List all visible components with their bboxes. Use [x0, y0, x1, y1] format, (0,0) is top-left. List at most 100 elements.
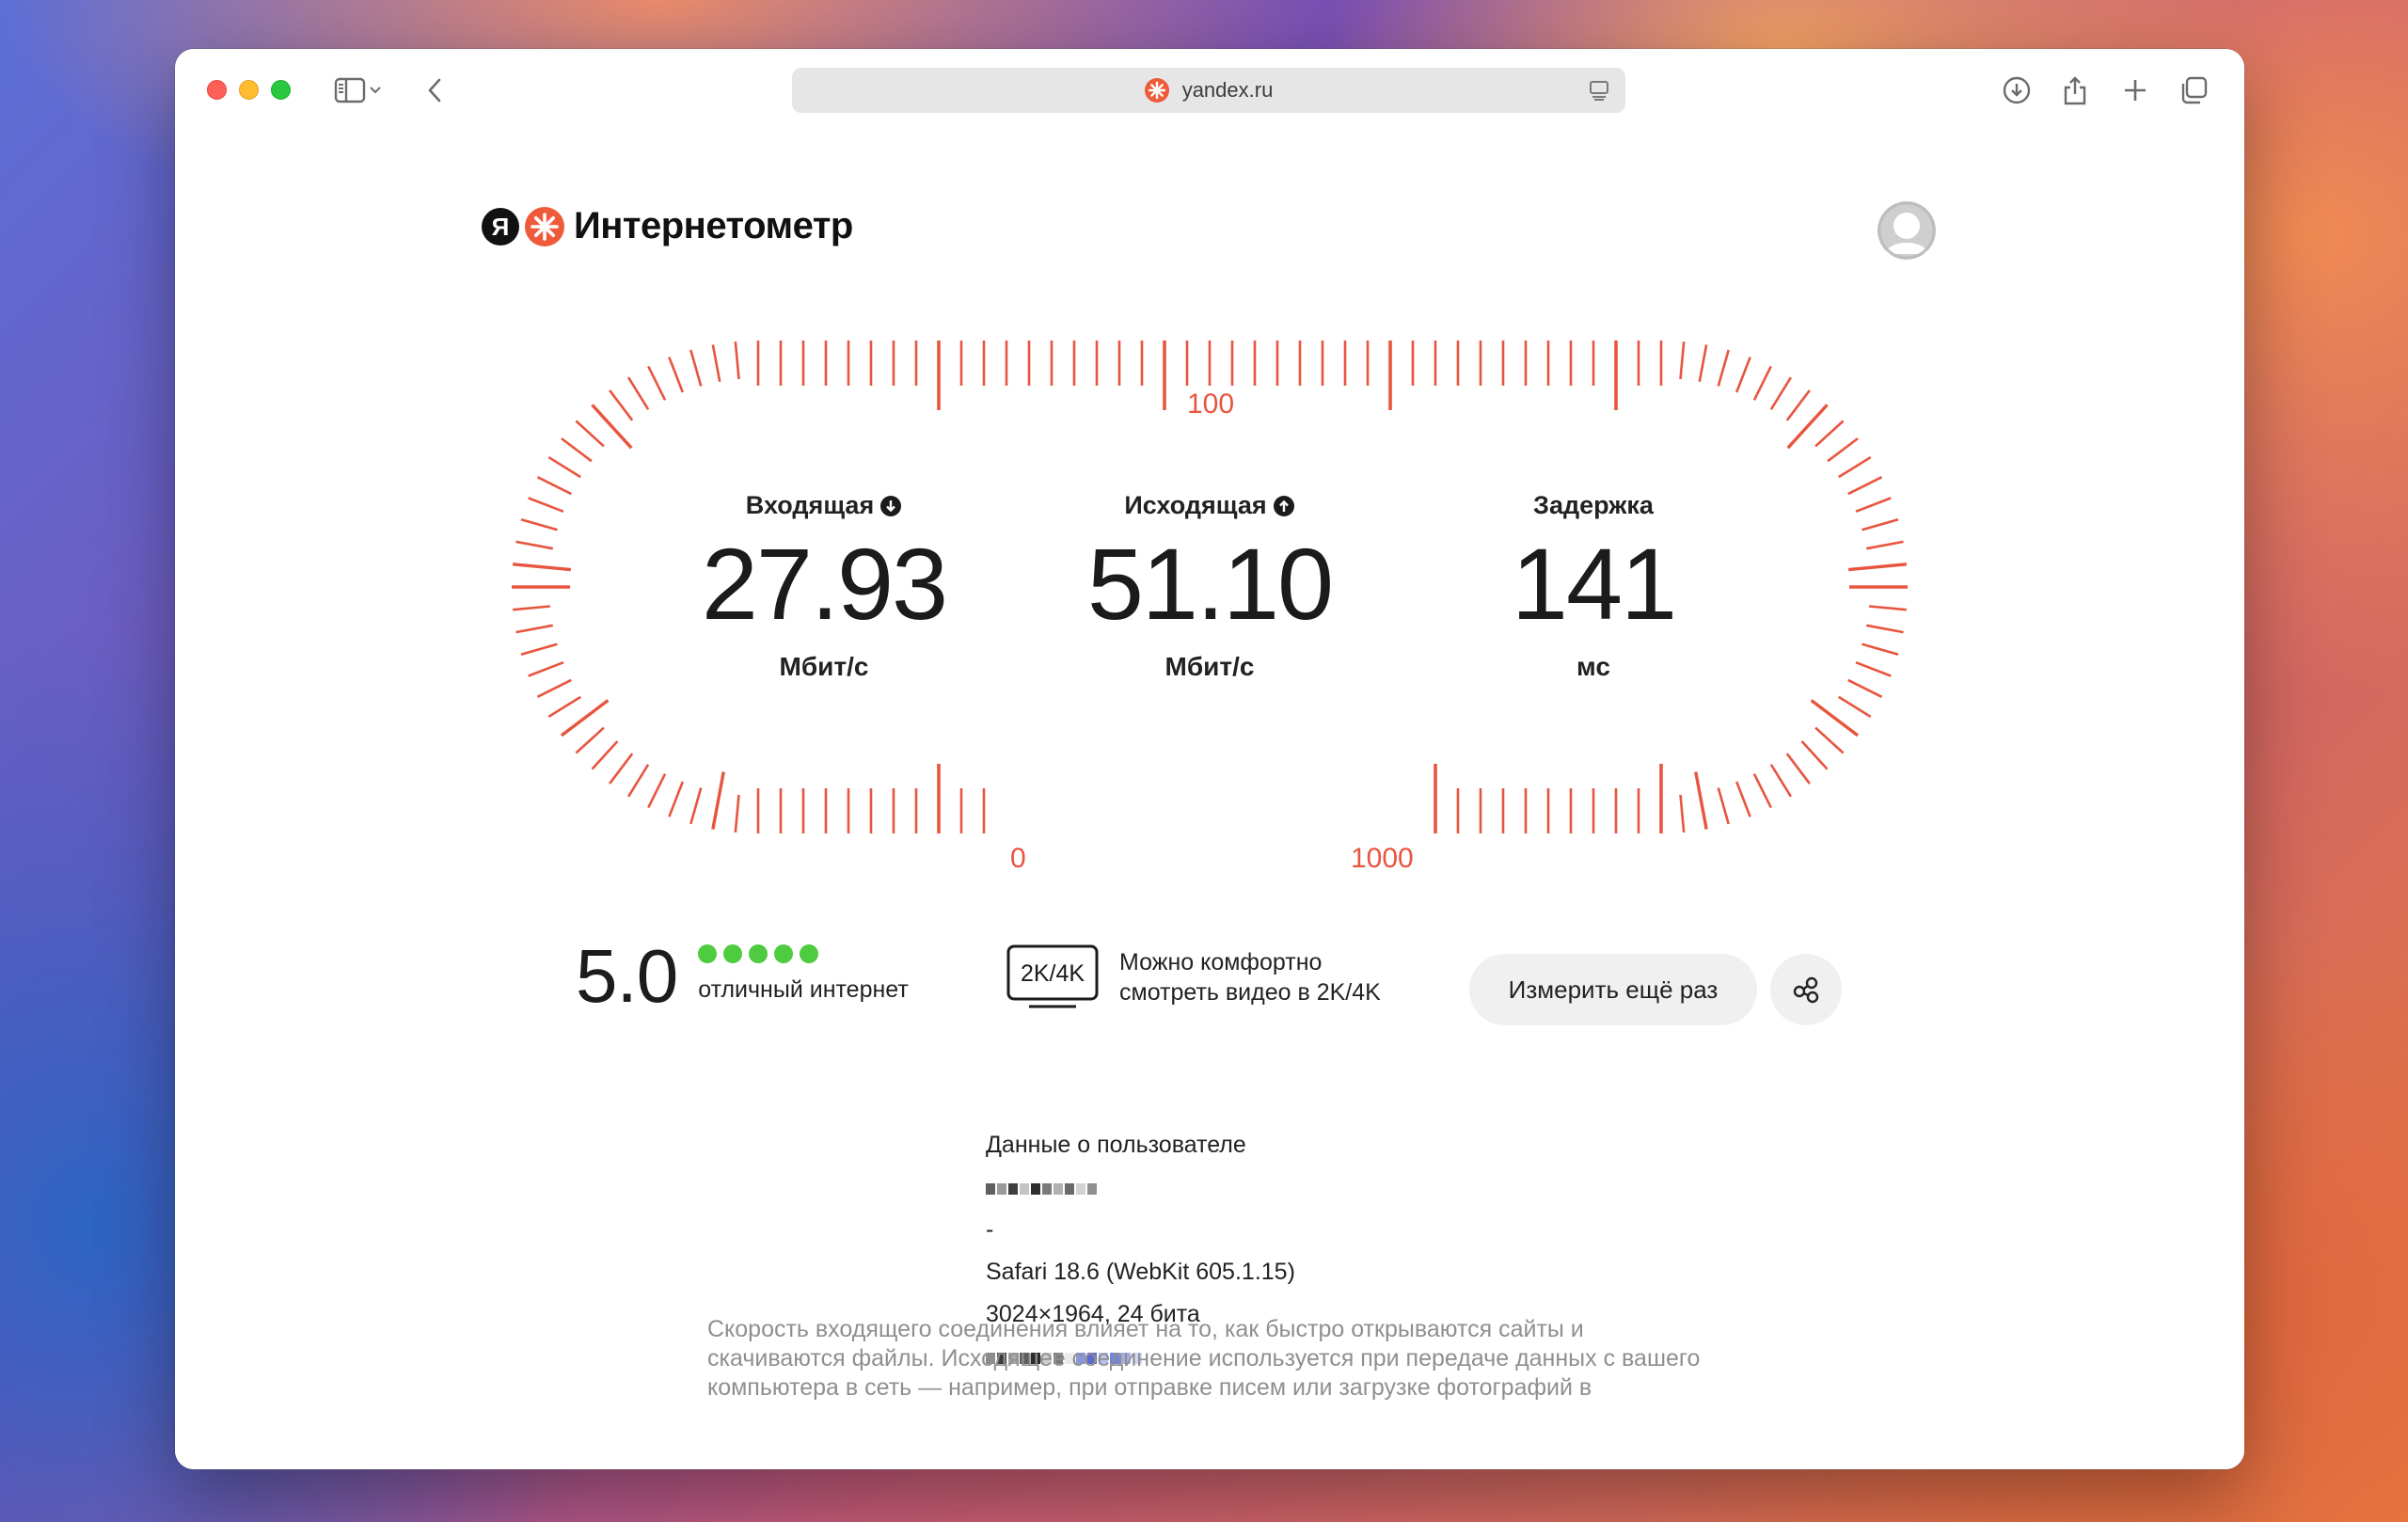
- gauge-tick: [1855, 497, 1892, 514]
- gauge-tick: [515, 624, 554, 634]
- gauge-tick: [734, 794, 740, 833]
- arrow-up-icon: [1273, 495, 1294, 516]
- rating-score: 5.0: [576, 934, 678, 1018]
- gauge-tick: [536, 678, 572, 698]
- latency-unit: мс: [1576, 652, 1610, 681]
- description-text: Скорость входящего соединения влияет на …: [707, 1316, 1701, 1401]
- gauge-tick: [1865, 624, 1904, 634]
- gauge-tick: [1752, 365, 1772, 401]
- measure-again-button[interactable]: Измерить ещё раз: [1469, 954, 1757, 1025]
- gauge-tick: [1827, 437, 1859, 463]
- gauge-tick: [515, 540, 554, 550]
- gauge-tick: [1717, 349, 1730, 387]
- gauge-tick: [528, 660, 564, 677]
- gauge-tick: [689, 349, 703, 387]
- gauge-tick: [512, 563, 572, 572]
- gauge-tick: [1717, 787, 1730, 825]
- gauge-tick: [1785, 753, 1811, 785]
- gauge-tick: [1769, 764, 1793, 798]
- share-result-button[interactable]: [1770, 954, 1842, 1025]
- gauge-tick: [609, 753, 634, 785]
- gauge-tick: [1855, 660, 1892, 677]
- rating-dot: [774, 944, 794, 963]
- rating-dot: [723, 944, 743, 963]
- gauge-tick: [1847, 563, 1908, 572]
- browser-window: yandex.ru Я Интернетометр 100 0 1000 Вхо…: [175, 49, 2244, 1469]
- rating-dot: [698, 944, 718, 963]
- share-nodes-icon: [1793, 976, 1819, 1004]
- gauge-tick: [1838, 695, 1872, 719]
- gauge-tick: [1800, 740, 1829, 770]
- address-text: yandex.ru: [1181, 78, 1274, 102]
- gauge-tick: [734, 341, 740, 380]
- gauge-tick: [711, 771, 725, 830]
- gauge-tick: [1769, 376, 1793, 410]
- gauge-tick: [1752, 773, 1772, 809]
- latency-label: Задержка: [1533, 491, 1654, 519]
- yandex-site-icon: [1144, 78, 1169, 103]
- gauge-tick: [512, 605, 551, 611]
- latency-value: 141: [1511, 527, 1677, 641]
- gauge-tick: [547, 455, 581, 479]
- gauge-tick: [575, 726, 605, 754]
- page-content: Я Интернетометр 100 0 1000 Входящая 27.9…: [175, 130, 2244, 1469]
- download-value: 27.93: [701, 527, 948, 641]
- gauge-tick: [1679, 794, 1686, 833]
- rating-block: 5.0 отличный интернет: [576, 939, 909, 1014]
- back-arrow-icon[interactable]: [414, 70, 455, 111]
- reader-mode-icon[interactable]: [1588, 79, 1610, 102]
- upload-unit: Мбит/с: [1164, 652, 1255, 681]
- gauge-tick: [1694, 771, 1708, 830]
- gauge-tick: [1814, 420, 1845, 448]
- gauge-tick: [711, 344, 721, 383]
- gauge-tick: [1847, 678, 1883, 698]
- rating-text: отличный интернет: [698, 976, 909, 1003]
- info-value: Safari 18.6 (WebKit 605.1.15): [986, 1259, 1295, 1285]
- upload-value: 51.10: [1086, 527, 1334, 641]
- minimize-window-button[interactable]: [239, 80, 259, 100]
- user-info-title: Данные о пользователе: [986, 1132, 1246, 1158]
- gauge-tick: [668, 357, 685, 393]
- rating-dots: [698, 944, 909, 963]
- address-bar[interactable]: yandex.ru: [792, 68, 1625, 113]
- video-quality-block: 2K/4K Можно комфортно смотреть видео в 2…: [1006, 944, 1381, 1010]
- gauge-tick: [1735, 781, 1751, 817]
- ipv4-value-redacted: [986, 1174, 1097, 1201]
- close-window-button[interactable]: [207, 80, 227, 100]
- monitor-2k4k-icon: 2K/4K: [1006, 944, 1099, 1010]
- gauge-tick: [591, 740, 619, 770]
- gauge-tick: [575, 420, 605, 448]
- new-tab-icon[interactable]: [2115, 70, 2156, 111]
- downloads-icon[interactable]: [1996, 70, 2037, 111]
- gauge-tick: [1735, 357, 1751, 393]
- gauge-tick: [547, 695, 581, 719]
- upload-metric: Исходящая 51.10 Мбит/с: [1054, 491, 1365, 682]
- gauge-tick: [520, 518, 558, 531]
- gauge-tick: [561, 437, 593, 463]
- gauge-tick: [1868, 605, 1908, 611]
- rating-dot: [749, 944, 768, 963]
- gauge-tick: [609, 389, 634, 421]
- gauge-tick: [1814, 726, 1845, 754]
- scale-label-1000: 1000: [1351, 843, 1414, 874]
- gauge-tick: [1861, 642, 1899, 656]
- gauge-tick: [626, 764, 650, 798]
- gauge-tick: [528, 497, 564, 514]
- info-row-browser: Браузер Safari 18.6 (WebKit 605.1.15): [175, 1259, 1295, 1291]
- gauge-tick: [1785, 389, 1811, 421]
- gauge-tick: [1847, 476, 1883, 496]
- gauge-tick: [1698, 344, 1708, 383]
- rating-dot: [800, 944, 819, 963]
- zoom-window-button[interactable]: [271, 80, 291, 100]
- pixelated-redaction: [986, 1179, 1097, 1199]
- gauge-tick: [520, 642, 558, 656]
- gauge-tick: [1838, 455, 1872, 479]
- info-value: -: [986, 1216, 994, 1243]
- tab-overview-icon[interactable]: [2173, 70, 2214, 111]
- share-icon[interactable]: [2054, 70, 2096, 111]
- gauge-tick: [1865, 540, 1904, 550]
- scale-label-0: 0: [1010, 843, 1026, 874]
- chevron-down-icon[interactable]: [361, 70, 389, 111]
- download-metric: Входящая 27.93 Мбит/с: [669, 491, 979, 682]
- gauge-tick: [626, 376, 650, 410]
